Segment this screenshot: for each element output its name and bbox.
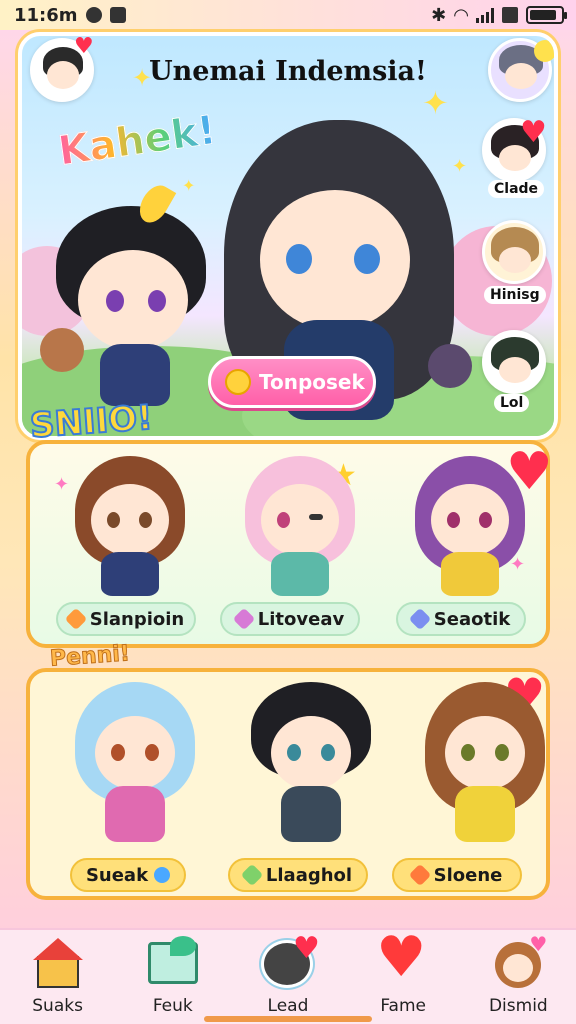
character-name-pill[interactable]: Sloene [392,858,522,892]
sparkle-icon: ✦ [182,176,196,195]
sim-icon [502,7,518,23]
hero-banner: ✦ ✦ ✦ ✦ Unemai Indemsia! Kahek! ♥ Tonpos… [18,32,558,440]
home-indicator[interactable] [204,1016,372,1022]
character-name-pill[interactable]: Slanpioin [56,602,196,636]
panel-stamp: SNIIO! [28,397,155,447]
friend-label: Lol [494,394,530,412]
wifi-icon: ◠ [454,4,468,26]
friend-avatar[interactable] [482,330,546,394]
hero-exclaim: Kahek! [55,107,219,176]
nav-label: Lead [267,996,309,1016]
nav-item-fame[interactable]: ♥ Fame [353,925,453,1017]
character-name-pill[interactable]: Llaaghol [228,858,368,892]
character-name: Litoveav [257,608,345,630]
star-icon [240,863,264,887]
status-time: 11:6m [14,4,78,26]
character-panel-1: ♥ ★ ✦ ✦ Slanpioin Litoveav Seaotik [26,440,553,648]
character-name-pill[interactable]: Sueak [70,858,186,892]
nav-item-dismid[interactable]: ♥ Dismid [468,934,568,1016]
signal-icon [476,7,494,23]
character-name-pill[interactable]: Litoveav [220,602,360,636]
notification-icon [85,7,102,23]
nav-item-lead[interactable]: ♥ Lead [238,934,338,1016]
character-name: Sloene [433,864,503,886]
nav-label: Dismid [488,996,548,1016]
character-portrait [415,456,525,596]
photo-icon [144,936,202,990]
shield-icon [109,7,126,23]
sparkle-icon: ✦ [422,84,449,122]
character-portrait [75,456,185,596]
tag-icon [232,607,256,631]
tag-icon [64,607,88,631]
bluetooth-icon: ✱ [431,4,447,26]
nav-label: Suaks [32,996,83,1016]
nav-label: Feuk [152,996,193,1016]
coin-icon [225,369,251,395]
tag-icon [408,607,432,631]
character-boy [52,206,212,406]
character-portrait [251,682,371,842]
heart-icon: ♥ [74,34,94,59]
start-button-label: Tonposek [259,370,365,394]
sparkle-icon: ✦ [452,156,468,177]
character-name-pill[interactable]: Seaotik [396,602,526,636]
character-name: Llaaghol [265,864,353,886]
star-icon [408,863,431,887]
character-name: Slanpioin [89,608,185,630]
character-portrait [75,682,195,842]
start-button[interactable]: Tonposek [208,356,376,408]
cat-icon: ♥ [259,934,320,990]
nav-item-suaks[interactable]: Suaks [8,936,108,1016]
nav-item-feuk[interactable]: Feuk [123,936,223,1016]
friend-label: Clade [488,180,545,198]
status-bar: 11:6m ✱ ◠ [0,0,576,30]
heart-icon [150,863,174,887]
emoji-icon [534,40,554,62]
house-icon [29,936,87,990]
character-small [428,344,472,388]
bottom-nav: Suaks Feuk ♥ Lead ♥ Fame ♥ Dismid [0,928,576,1024]
character-name: Seaotik [433,608,511,630]
heart-icon: ♥ [520,115,547,150]
nav-label: Fame [380,996,426,1016]
character-portrait [425,682,545,842]
bear-icon: ♥ [489,934,547,990]
hero-title: Unemai Indemsia! [149,56,427,87]
character-portrait [245,456,355,596]
friend-label: Hinisg [484,286,546,304]
sparkle-icon: ✦ [54,474,70,495]
character-small [40,328,84,372]
friend-avatar[interactable] [482,220,546,284]
heart-icon: ♥ [376,925,427,990]
character-name: Sueak [85,864,149,886]
character-panel-2: ♥ Sueak Llaaghol Sloene [26,668,550,900]
battery-icon [526,6,567,24]
